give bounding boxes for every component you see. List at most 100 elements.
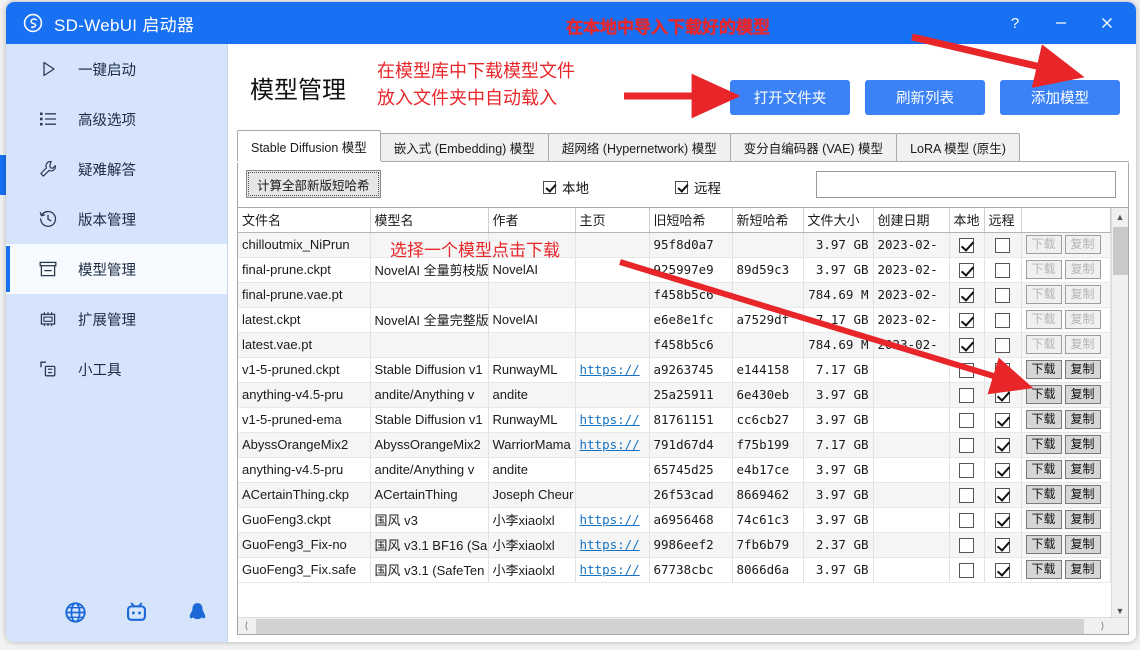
homepage-link[interactable]: https:// (580, 537, 640, 552)
sidebar-item-troubleshooting[interactable]: 疑难解答 (6, 144, 227, 194)
download-button[interactable]: 下载 (1025, 460, 1062, 479)
cell-homepage[interactable]: https:// (575, 557, 650, 583)
local-filter-checkbox[interactable]: 本地 (543, 177, 589, 197)
homepage-link[interactable]: https:// (580, 437, 640, 452)
minimize-button[interactable] (1038, 2, 1084, 44)
col-old-hash[interactable]: 旧短哈希 (649, 208, 733, 233)
remote-checkbox-icon[interactable] (995, 312, 1010, 328)
local-checkbox-icon[interactable] (959, 287, 974, 303)
cell-actions[interactable]: 下载 复制 (1021, 232, 1111, 258)
copy-button[interactable]: 复制 (1064, 460, 1101, 479)
scroll-left-icon[interactable]: ⟨ (238, 618, 255, 634)
cell-local-checkbox[interactable] (949, 432, 985, 458)
copy-button[interactable]: 复制 (1064, 385, 1101, 404)
cell-actions[interactable]: 下载 复制 (1021, 507, 1111, 533)
cell-local-checkbox[interactable] (949, 357, 985, 383)
scroll-up-icon[interactable]: ▲ (1112, 208, 1128, 225)
sidebar-item-extension-management[interactable]: 扩展管理 (6, 294, 227, 344)
local-checkbox-icon[interactable] (959, 337, 974, 353)
homepage-link[interactable]: https:// (580, 412, 640, 427)
col-modelname[interactable]: 模型名 (370, 208, 489, 233)
horizontal-scroll-thumb[interactable] (256, 619, 1084, 634)
cell-remote-checkbox[interactable] (984, 432, 1022, 458)
table-row[interactable]: anything-v4.5-pru andite/Anything v andite… (238, 457, 1111, 483)
remote-checkbox-icon[interactable] (995, 362, 1010, 378)
col-filename[interactable]: 文件名 (238, 208, 371, 233)
table-row[interactable]: anything-v4.5-pru andite/Anything v andite… (238, 382, 1111, 408)
cell-local-checkbox[interactable] (949, 482, 985, 508)
table-row[interactable]: GuoFeng3_Fix-no 国风 v3.1 BF16 (Sa 小李xiaolxl… (238, 532, 1111, 558)
cell-remote-checkbox[interactable] (984, 557, 1022, 583)
table-row[interactable]: GuoFeng3.ckpt 国风 v3 小李xiaolxl https:// a6956… (238, 507, 1111, 533)
table-row[interactable]: v1-5-pruned-ema Stable Diffusion v1 Runway… (238, 407, 1111, 433)
copy-button[interactable]: 复制 (1064, 510, 1101, 529)
download-button[interactable]: 下载 (1025, 560, 1062, 579)
cell-remote-checkbox[interactable] (984, 307, 1022, 333)
download-button[interactable]: 下载 (1025, 385, 1062, 404)
cell-actions[interactable]: 下载 复制 (1021, 432, 1111, 458)
local-checkbox-icon[interactable] (959, 487, 974, 503)
table-vertical-scrollbar[interactable]: ▲ ▼ (1111, 208, 1128, 619)
search-input[interactable] (817, 172, 1115, 197)
download-button[interactable]: 下载 (1025, 410, 1062, 429)
sidebar-item-version-management[interactable]: 版本管理 (6, 194, 227, 244)
cell-remote-checkbox[interactable] (984, 507, 1022, 533)
tab-stable-diffusion[interactable]: Stable Diffusion 模型 (237, 130, 381, 161)
cell-local-checkbox[interactable] (949, 332, 985, 358)
cell-actions[interactable]: 下载 复制 (1021, 357, 1111, 383)
col-filesize[interactable]: 文件大小 (803, 208, 874, 233)
homepage-link[interactable]: https:// (580, 512, 640, 527)
tab-lora[interactable]: LoRA 模型 (原生) (896, 133, 1020, 161)
remote-checkbox-icon[interactable] (995, 537, 1010, 553)
cell-local-checkbox[interactable] (949, 382, 985, 408)
globe-icon[interactable] (64, 601, 87, 624)
add-model-button[interactable]: 添加模型 (1000, 80, 1120, 115)
tab-embedding[interactable]: 嵌入式 (Embedding) 模型 (379, 133, 549, 161)
close-button[interactable] (1084, 2, 1130, 44)
remote-filter-checkbox[interactable]: 远程 (675, 177, 721, 197)
cell-remote-checkbox[interactable] (984, 482, 1022, 508)
remote-checkbox-icon[interactable] (995, 287, 1010, 303)
copy-button[interactable]: 复制 (1064, 360, 1101, 379)
cell-local-checkbox[interactable] (949, 307, 985, 333)
cell-local-checkbox[interactable] (949, 507, 985, 533)
scroll-right-icon[interactable]: ⟩ (1094, 618, 1111, 634)
copy-button[interactable]: 复制 (1064, 535, 1101, 554)
qq-penguin-icon[interactable] (186, 601, 209, 624)
cell-homepage[interactable]: https:// (575, 407, 650, 433)
col-remote[interactable]: 远程 (984, 208, 1022, 233)
cell-actions[interactable]: 下载 复制 (1021, 407, 1111, 433)
sidebar-item-model-management[interactable]: 模型管理 (6, 244, 227, 294)
table-row[interactable]: ACertainThing.ckp ACertainThing Joseph Che… (238, 482, 1111, 508)
help-button[interactable]: ? (992, 2, 1038, 44)
cell-remote-checkbox[interactable] (984, 357, 1022, 383)
cell-remote-checkbox[interactable] (984, 332, 1022, 358)
remote-checkbox-icon[interactable] (995, 562, 1010, 578)
local-checkbox-icon[interactable] (959, 437, 974, 453)
local-checkbox-icon[interactable] (959, 462, 974, 478)
cell-actions[interactable]: 下载 复制 (1021, 382, 1111, 408)
search-box[interactable] (816, 171, 1116, 198)
cell-local-checkbox[interactable] (949, 457, 985, 483)
table-row[interactable]: latest.vae.pt f458b5c6 784.69 M 2023-02- 下载复… (238, 332, 1111, 358)
table-row[interactable]: final-prune.vae.pt f458b5c6 784.69 M 2023-0… (238, 282, 1111, 308)
local-checkbox-icon[interactable] (959, 512, 974, 528)
copy-button[interactable]: 复制 (1064, 560, 1101, 579)
cell-local-checkbox[interactable] (949, 532, 985, 558)
cell-local-checkbox[interactable] (949, 557, 985, 583)
homepage-link[interactable]: https:// (580, 362, 640, 377)
local-checkbox-icon[interactable] (959, 312, 974, 328)
table-row[interactable]: final-prune.ckpt NovelAI 全量剪枝版 NovelAI 9259… (238, 257, 1111, 283)
remote-checkbox-icon[interactable] (995, 337, 1010, 353)
cell-actions[interactable]: 下载 复制 (1021, 457, 1111, 483)
vertical-scroll-thumb[interactable] (1113, 227, 1128, 275)
table-row[interactable]: latest.ckpt NovelAI 全量完整版 NovelAI e6e8e1fc a… (238, 307, 1111, 333)
remote-checkbox-icon[interactable] (995, 387, 1010, 403)
cell-homepage[interactable]: https:// (575, 357, 650, 383)
local-checkbox-icon[interactable] (959, 562, 974, 578)
cell-homepage[interactable]: https:// (575, 507, 650, 533)
local-checkbox-icon[interactable] (959, 362, 974, 378)
copy-button[interactable]: 复制 (1064, 485, 1101, 504)
local-checkbox-icon[interactable] (959, 412, 974, 428)
cell-remote-checkbox[interactable] (984, 257, 1022, 283)
